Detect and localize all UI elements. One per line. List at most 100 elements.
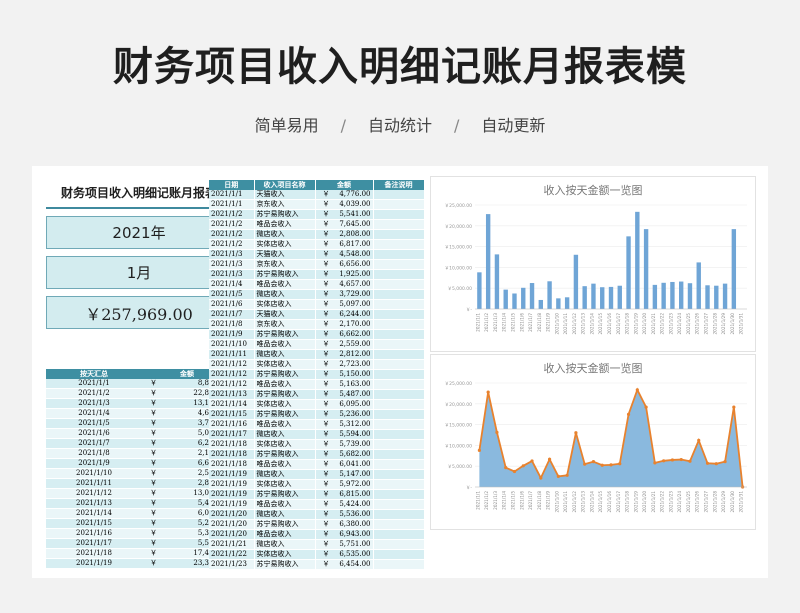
chart-point: [504, 466, 508, 470]
currency-symbol: ￥: [150, 509, 157, 517]
table-row: 2021/1/10￥2,559.00: [46, 468, 232, 479]
row-item: 苏宁易购收入: [254, 329, 316, 340]
row-amount: ￥4,657.00: [315, 279, 374, 290]
row-date: 2021/1/16: [46, 528, 142, 539]
table-row: 2021/1/1￥8,815.00: [46, 379, 232, 389]
row-item: 实体店收入: [254, 399, 316, 410]
currency-symbol: ￥: [322, 380, 330, 388]
row-item: 唯品会收入: [254, 279, 316, 290]
row-amount: ￥ 6,656.00: [315, 259, 374, 270]
row-date: 2021/1/19: [209, 489, 255, 500]
row-note: [373, 369, 425, 380]
currency-symbol: ￥: [322, 370, 330, 378]
table-row: 2021/1/15￥5,236.00: [46, 518, 232, 529]
row-date: 2021/1/22: [209, 549, 255, 560]
chart-point: [662, 459, 666, 463]
x-tick-label: 2021/1/5: [510, 491, 515, 510]
x-tick-label: 2021/1/8: [537, 491, 542, 510]
row-item: 天猫收入: [254, 309, 316, 320]
chart-point: [697, 438, 701, 443]
table-row: 2021/1/18 苏宁易购收入 ￥ 5,682.00: [209, 449, 425, 460]
table-row: 2021/1/18 唯品会收入 ￥ 6,041.00: [209, 459, 425, 470]
chart-bar: [538, 299, 543, 309]
year-selector[interactable]: 2021年: [46, 216, 232, 249]
area-chart-panel: 收入按天金额一览图 ￥- ￥5,000.00 ￥10,000.00 ￥15,000.00…: [430, 354, 756, 530]
row-date: 2021/1/2: [209, 219, 255, 230]
row-amount: ￥5,594.00: [315, 429, 374, 440]
month-selector[interactable]: 1月: [46, 256, 232, 289]
table-row: 2021/1/2 唯品会收入 ￥ 7,645.00: [209, 219, 425, 230]
x-tick-label: 2021/1/12: [572, 313, 577, 335]
chart-bar: [477, 272, 482, 309]
x-tick-label: 2021/1/30: [730, 313, 735, 335]
currency-symbol: ￥: [150, 419, 157, 427]
y-tick-label: ￥20,000.00: [445, 224, 473, 230]
row-amount: ￥6,095.00: [315, 399, 374, 410]
x-tick-label: 2021/1/4: [502, 491, 507, 510]
row-note: [373, 279, 425, 290]
row-date: 2021/1/12: [46, 488, 142, 499]
row-item: 唯品会收入: [254, 379, 316, 390]
row-date: 2021/1/23: [209, 559, 255, 570]
x-tick-label: 2021/1/22: [660, 313, 665, 335]
chart-bar: [494, 254, 500, 309]
x-tick-label: 2021/1/20: [642, 491, 647, 513]
x-tick-label: 2021/1/3: [493, 491, 498, 510]
row-amount: ￥3,729.00: [315, 289, 374, 300]
x-tick-label: 2021/1/7: [528, 491, 533, 510]
row-item: 苏宁易购收入: [254, 559, 316, 570]
table-row: 2021/1/18 实体店收入 ￥ 5,739.00: [209, 439, 425, 450]
row-item: 唯品会收入: [254, 339, 316, 350]
row-item: 实体店收入: [254, 439, 316, 450]
row-item: 唯品会收入: [254, 459, 316, 470]
row-note: [373, 259, 425, 270]
row-item: 苏宁易购收入: [254, 449, 316, 460]
daily-summary-table: 按天汇总 金额 2021/1/1￥8,815.002021/1/2￥22,811…: [46, 369, 232, 569]
area-chart: 收入按天金额一览图 ￥- ￥5,000.00 ￥10,000.00 ￥15,000.00…: [445, 361, 747, 513]
table-row: 2021/1/12 苏宁易购收入 ￥ 5,150.00: [209, 369, 425, 380]
row-amount: ￥6,244.00: [315, 309, 374, 320]
x-tick-label: 2021/1/20: [642, 313, 647, 335]
x-tick-label: 2021/1/30: [730, 491, 735, 513]
chart-bar: [670, 281, 675, 309]
row-item: 微店收入: [254, 229, 316, 240]
row-item: 微店收入: [254, 539, 316, 550]
feature-tags: 简单易用 / 自动统计 / 自动更新: [0, 112, 800, 136]
tag-auto-update: 自动更新: [481, 116, 546, 135]
x-tick-label: 2021/1/7: [528, 313, 533, 332]
currency-symbol: ￥: [322, 540, 330, 548]
currency-symbol: ￥: [150, 429, 157, 437]
row-item: 京东收入: [254, 319, 316, 330]
row-item: 天猫收入: [254, 249, 316, 260]
row-item: 苏宁易购收入: [254, 209, 316, 220]
currency-symbol: ￥: [322, 420, 330, 428]
chart-point: [530, 459, 534, 463]
table-row: 2021/1/17￥5,594.00: [46, 538, 232, 549]
x-tick-label: 2021/1/31: [739, 313, 744, 335]
row-amount: ￥ 5,163.00: [315, 379, 374, 390]
x-tick-label: 2021/1/10: [554, 491, 559, 513]
row-item: 苏宁易购收入: [254, 489, 316, 500]
summary-title: 财务项目收入明细记账月报表: [46, 178, 232, 209]
total-amount: ￥257,969.00: [46, 296, 232, 329]
currency-symbol: ￥: [322, 260, 330, 268]
row-amount: ￥ 6,817.00: [315, 239, 374, 250]
chart-bar: [731, 229, 737, 309]
row-note: [373, 349, 425, 360]
row-amount: ￥ 5,972.00: [315, 479, 374, 490]
chart-bar: [652, 284, 658, 309]
table-row: 2021/1/13￥5,487.00: [46, 498, 232, 509]
row-item: 微店收入: [254, 349, 316, 360]
currency-symbol: ￥: [150, 469, 157, 477]
row-note: [373, 239, 425, 250]
row-date: 2021/1/8: [209, 319, 255, 330]
x-tick-label: 2021/1/9: [546, 313, 551, 332]
y-tick-label: ￥15,000.00: [445, 245, 473, 251]
table-row: 2021/1/20 唯品会收入 ￥ 6,943.00: [209, 529, 425, 540]
row-item: 实体店收入: [254, 549, 316, 560]
chart-bar: [512, 293, 517, 309]
row-date: 2021/1/19: [209, 499, 255, 510]
row-note: [373, 469, 425, 480]
x-tick-label: 2021/1/19: [633, 313, 638, 335]
row-date: 2021/1/2: [46, 388, 142, 399]
